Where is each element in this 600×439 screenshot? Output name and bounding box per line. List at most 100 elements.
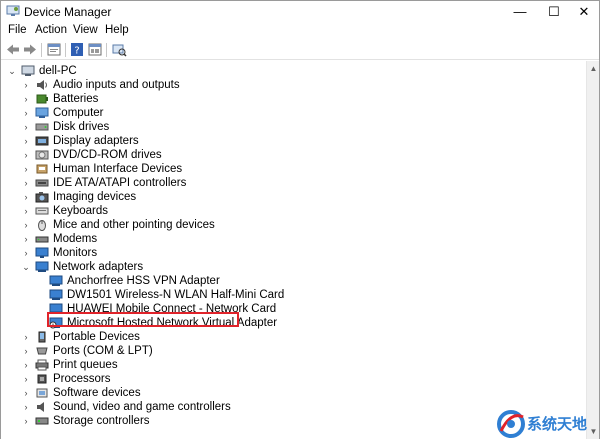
tree-category-mice[interactable]: › Mice and other pointing devices [21, 218, 215, 232]
vertical-scrollbar[interactable]: ▲ ▼ [586, 61, 599, 439]
chevron-right-icon[interactable]: › [21, 192, 31, 202]
tree-root-node[interactable]: ⌄ dell-PC [7, 64, 77, 78]
tree-category-label: Keyboards [53, 205, 108, 217]
tree-category-print-queues[interactable]: › Print queues [21, 358, 118, 372]
highlight-box [47, 312, 239, 327]
chevron-right-icon[interactable]: › [21, 150, 31, 160]
properties-icon[interactable] [46, 42, 62, 57]
chevron-right-icon[interactable]: › [21, 248, 31, 258]
tree-category-label: IDE ATA/ATAPI controllers [53, 177, 187, 189]
close-button[interactable]: ✕ [567, 1, 600, 22]
tree-category-dvd-drives[interactable]: › DVD/CD-ROM drives [21, 148, 162, 162]
chevron-right-icon[interactable]: › [21, 122, 31, 132]
tree-device-anchorfree[interactable]: Anchorfree HSS VPN Adapter [49, 274, 220, 288]
tree-category-network-adapters[interactable]: ⌄ Network adapters [21, 260, 143, 274]
tree-category-label: Processors [53, 373, 111, 385]
menu-action[interactable]: Action [35, 24, 67, 36]
chevron-right-icon[interactable]: › [21, 234, 31, 244]
tree-category-display-adapters[interactable]: › Display adapters [21, 134, 139, 148]
processor-icon [35, 373, 49, 385]
battery-icon [35, 93, 49, 105]
svg-text:?: ? [74, 46, 79, 57]
chevron-right-icon[interactable]: › [21, 388, 31, 398]
device-manager-window: Device Manager — ☐ ✕ File Action View He… [0, 0, 600, 439]
chevron-right-icon[interactable]: › [21, 332, 31, 342]
computer-icon [35, 107, 49, 119]
title-bar[interactable]: Device Manager — ☐ ✕ [1, 1, 599, 22]
tree-category-label: Imaging devices [53, 191, 137, 203]
chevron-right-icon[interactable]: › [21, 136, 31, 146]
tree-category-label: Storage controllers [53, 415, 150, 427]
scroll-up-icon[interactable]: ▲ [589, 64, 598, 73]
ide-controller-icon [35, 177, 49, 189]
tree-category-label: Disk drives [53, 121, 110, 133]
menu-view[interactable]: View [73, 24, 98, 36]
menu-file[interactable]: File [8, 24, 27, 36]
maximize-button[interactable]: ☐ [537, 1, 571, 22]
chevron-right-icon[interactable]: › [21, 108, 31, 118]
chevron-right-icon[interactable]: › [21, 94, 31, 104]
tree-category-sound-video[interactable]: › Sound, video and game controllers [21, 400, 231, 414]
chevron-right-icon[interactable]: › [21, 164, 31, 174]
tree-category-computer[interactable]: › Computer [21, 106, 104, 120]
tree-category-ide[interactable]: › IDE ATA/ATAPI controllers [21, 176, 187, 190]
tree-category-label: Network adapters [53, 261, 144, 273]
help-icon[interactable]: ? [69, 42, 85, 57]
chevron-right-icon[interactable]: › [21, 80, 31, 90]
sound-icon [35, 401, 49, 413]
toolbar-separator [65, 43, 66, 57]
chevron-right-icon[interactable]: › [21, 416, 31, 426]
tree-category-label: Ports (COM & LPT) [53, 345, 153, 357]
tree-category-batteries[interactable]: › Batteries [21, 92, 99, 106]
tree-category-portable-devices[interactable]: › Portable Devices [21, 330, 140, 344]
chevron-right-icon[interactable]: › [21, 360, 31, 370]
tree-category-monitors[interactable]: › Monitors [21, 246, 98, 260]
tree-category-audio[interactable]: › Audio inputs and outputs [21, 78, 180, 92]
scan-hardware-icon[interactable] [111, 42, 127, 57]
chevron-right-icon[interactable]: › [21, 346, 31, 356]
chevron-down-icon[interactable]: ⌄ [21, 262, 31, 272]
tree-device-dw1501[interactable]: DW1501 Wireless-N WLAN Half-Mini Card [49, 288, 284, 302]
chevron-down-icon[interactable]: ⌄ [7, 66, 17, 76]
toolbar-separator [106, 43, 107, 57]
tree-category-disk-drives[interactable]: › Disk drives [21, 120, 110, 134]
tree-category-label: Audio inputs and outputs [53, 79, 180, 91]
tree-category-ports[interactable]: › Ports (COM & LPT) [21, 344, 153, 358]
chevron-right-icon[interactable]: › [21, 374, 31, 384]
tree-category-keyboards[interactable]: › Keyboards [21, 204, 108, 218]
software-device-icon [35, 387, 49, 399]
minimize-button[interactable]: — [503, 1, 537, 22]
port-icon [35, 345, 49, 357]
tree-category-processors[interactable]: › Processors [21, 372, 111, 386]
tree-category-hid[interactable]: › Human Interface Devices [21, 162, 183, 176]
network-adapter-icon [35, 261, 49, 273]
tree-category-modems[interactable]: › Modems [21, 232, 98, 246]
tree-category-label: Sound, video and game controllers [53, 401, 231, 413]
menu-help[interactable]: Help [105, 24, 129, 36]
tree-device-label: DW1501 Wireless-N WLAN Half-Mini Card [67, 289, 285, 301]
storage-controller-icon [35, 415, 49, 427]
device-tree: ⌄ dell-PC › Audio inputs and outputs › B… [1, 61, 586, 439]
tree-device-label: Anchorfree HSS VPN Adapter [67, 275, 220, 287]
keyboard-icon [35, 205, 49, 217]
modem-icon [35, 233, 49, 245]
chevron-right-icon[interactable]: › [21, 220, 31, 230]
chevron-right-icon[interactable]: › [21, 402, 31, 412]
chevron-right-icon[interactable]: › [21, 206, 31, 216]
view-icon[interactable] [87, 42, 103, 57]
network-adapter-icon [49, 289, 63, 301]
forward-arrow-icon[interactable] [22, 42, 38, 57]
tree-category-storage-controllers[interactable]: › Storage controllers [21, 414, 150, 428]
tree-category-software-devices[interactable]: › Software devices [21, 386, 141, 400]
chevron-right-icon[interactable]: › [21, 178, 31, 188]
back-arrow-icon[interactable] [5, 42, 21, 57]
toolbar-separator [41, 43, 42, 57]
tree-category-label: Computer [53, 107, 104, 119]
computer-icon [21, 65, 35, 77]
tree-category-label: Monitors [53, 247, 98, 259]
tree-category-label: Print queues [53, 359, 118, 371]
tree-category-label: Display adapters [53, 135, 139, 147]
toolbar: ? [1, 40, 599, 60]
menu-bar: File Action View Help [1, 22, 599, 40]
tree-category-imaging[interactable]: › Imaging devices [21, 190, 137, 204]
